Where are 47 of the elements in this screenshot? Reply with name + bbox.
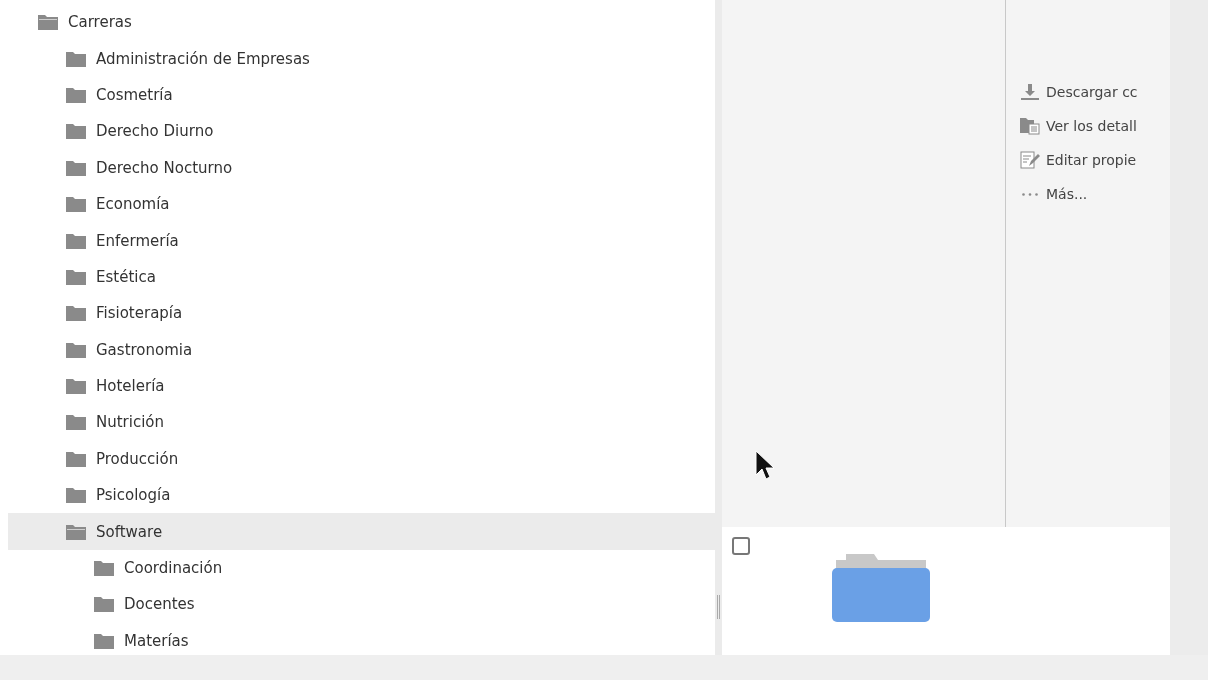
tree-item[interactable]: Nutrición <box>8 404 715 441</box>
action-link[interactable]: Editar propie <box>1020 146 1138 174</box>
tree-item[interactable]: Derecho Diurno <box>8 113 715 150</box>
tree-item[interactable]: Gastronomia <box>8 331 715 368</box>
tree-item[interactable]: Hotelería <box>8 367 715 405</box>
tree-item[interactable]: Materías <box>8 622 715 655</box>
folder-icon <box>66 414 86 431</box>
folder-icon <box>66 378 86 395</box>
folder-icon <box>66 232 86 249</box>
tree-item[interactable]: Software <box>8 513 715 550</box>
open-folder-icon <box>38 14 58 31</box>
folder-icon <box>66 268 86 285</box>
tree-item[interactable]: Estética <box>8 258 715 296</box>
download-icon <box>1020 83 1040 101</box>
tree-item[interactable]: Fisioterapía <box>8 295 715 332</box>
folder-icon <box>94 632 114 649</box>
folder-icon <box>66 86 86 103</box>
checkbox[interactable] <box>732 537 750 555</box>
tree-item[interactable]: Psicología <box>8 477 715 514</box>
splitter-handle[interactable] <box>715 0 722 655</box>
tree-item[interactable]: Cosmetría <box>8 76 715 114</box>
folder-icon <box>66 487 86 504</box>
folder-document-icon <box>1020 117 1040 135</box>
open-folder-icon <box>66 523 86 540</box>
edit-icon <box>1020 151 1040 169</box>
tree-item[interactable]: Coordinación <box>8 549 715 587</box>
folder-icon <box>66 196 86 213</box>
tree-item[interactable]: Derecho Nocturno <box>8 149 715 186</box>
folder-icon <box>66 159 86 176</box>
folder-icon <box>94 596 114 613</box>
tree-item[interactable]: Administración de Empresas <box>8 40 715 77</box>
folder-icon <box>832 552 930 622</box>
more-icon <box>1022 192 1038 196</box>
folder-icon <box>66 305 86 322</box>
tree-item[interactable]: Enfermería <box>8 222 715 259</box>
folder-icon <box>94 560 114 577</box>
tree-item[interactable]: Economía <box>8 185 715 223</box>
folder-icon <box>66 50 86 67</box>
folder-icon <box>66 341 86 358</box>
action-link[interactable]: Ver los detall <box>1020 112 1138 140</box>
folder-icon <box>66 123 86 140</box>
folder-icon <box>66 450 86 467</box>
action-link[interactable]: Descargar cc <box>1020 78 1138 106</box>
action-link[interactable]: Más... <box>1020 180 1138 208</box>
tree-item[interactable]: Carreras <box>8 4 715 41</box>
tree-item[interactable]: Producción <box>8 440 715 478</box>
tree-item[interactable]: Docentes <box>8 586 715 623</box>
